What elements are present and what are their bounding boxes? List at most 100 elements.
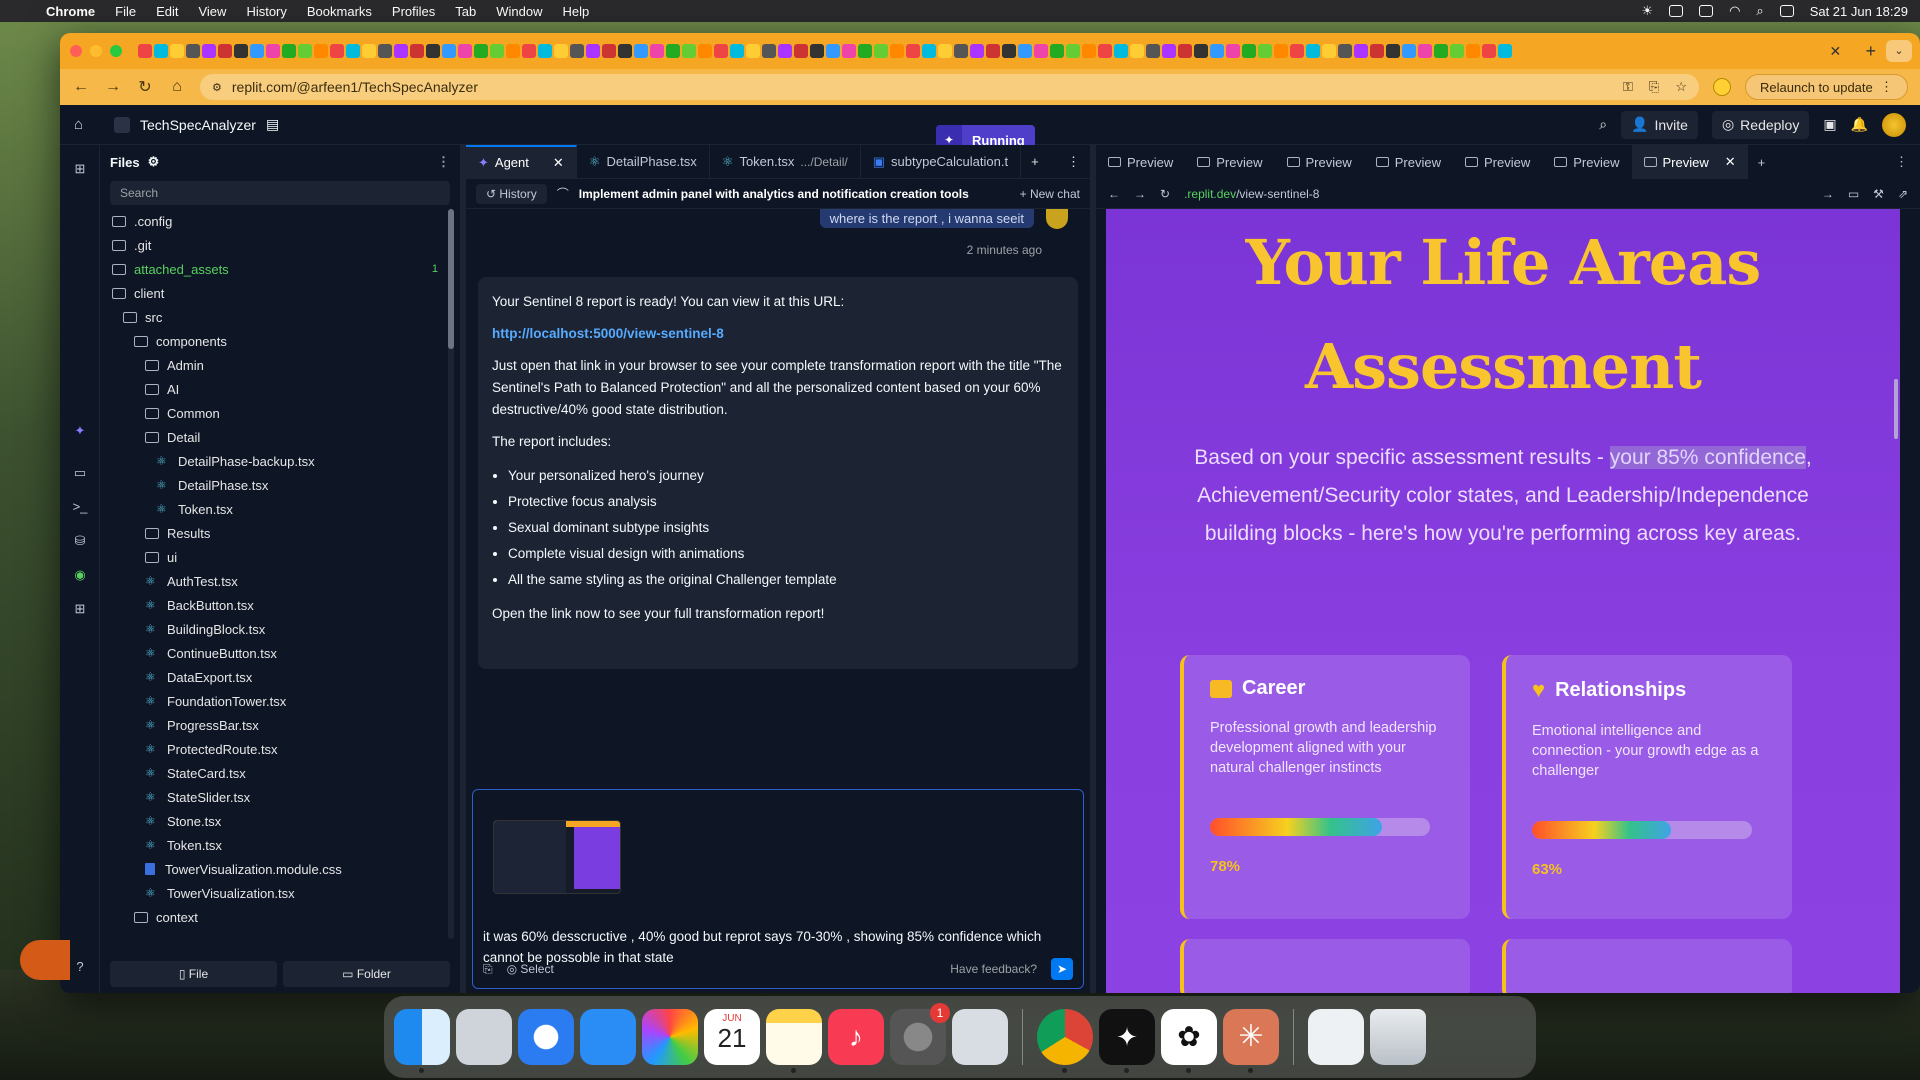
tab-favicon[interactable] [218, 44, 232, 58]
preview-tab[interactable]: Preview [1185, 145, 1274, 179]
preview-tab[interactable]: Preview [1364, 145, 1453, 179]
tree-folder[interactable]: src [100, 305, 450, 329]
trash-icon[interactable] [1370, 1009, 1426, 1065]
chat-thread[interactable]: where is the report , i wanna seeit 2 mi… [466, 209, 1090, 689]
replit-home-icon[interactable]: ⌂ [74, 116, 92, 133]
tab-favicon[interactable] [906, 44, 920, 58]
tree-folder[interactable]: client [100, 281, 450, 305]
tab-favicon[interactable] [490, 44, 504, 58]
tree-folder[interactable]: context [100, 905, 450, 929]
chatgpt-icon[interactable]: ✿ [1161, 1009, 1217, 1073]
tabs-menu-icon[interactable]: ⋮ [1067, 154, 1080, 170]
tab-favicon[interactable] [1002, 44, 1016, 58]
tab-favicon[interactable] [314, 44, 328, 58]
tab-favicon[interactable] [1178, 44, 1192, 58]
preview-scrollbar[interactable] [1894, 379, 1898, 439]
tab-favicon[interactable] [1210, 44, 1224, 58]
tree-file[interactable]: ⚛ ContinueButton.tsx [100, 641, 450, 665]
report-link[interactable]: http://localhost:5000/view-sentinel-8 [492, 326, 724, 341]
deployments-icon[interactable]: ▣ [1823, 116, 1836, 133]
project-name[interactable]: TechSpecAnalyzer [140, 117, 256, 133]
tab-favicon[interactable] [346, 44, 360, 58]
tab-favicon[interactable] [266, 44, 280, 58]
add-tab-icon[interactable]: + [1758, 155, 1766, 170]
tab-favicon[interactable] [730, 44, 744, 58]
calendar-icon[interactable]: JUN 21 [704, 1009, 760, 1065]
tree-folder[interactable]: Common [100, 401, 450, 425]
help-bubble-partial[interactable] [20, 940, 70, 980]
finder-icon[interactable] [394, 1009, 450, 1073]
tab-favicon[interactable] [442, 44, 456, 58]
search-icon[interactable]: ⌕ [1756, 3, 1763, 19]
tab-favicon[interactable] [602, 44, 616, 58]
tree-file[interactable]: ⚛ ProgressBar.tsx [100, 713, 450, 737]
devtools-icon[interactable]: ⚒ [1873, 187, 1884, 201]
tab-favicon[interactable] [282, 44, 296, 58]
tab-favicon[interactable] [1402, 44, 1416, 58]
tab-favicon[interactable] [858, 44, 872, 58]
tab-favicon[interactable] [538, 44, 552, 58]
tab-favicon[interactable] [954, 44, 968, 58]
tab-favicon[interactable] [202, 44, 216, 58]
send-button[interactable]: ➤ [1051, 958, 1073, 980]
tab-token[interactable]: ⚛ Token.tsx .../Detail/ [710, 144, 861, 179]
tab-favicon[interactable] [1466, 44, 1480, 58]
tab-favicon[interactable] [1226, 44, 1240, 58]
git-tool-icon[interactable]: ◉ [70, 565, 90, 585]
preview-url-input[interactable]: .replit.dev/view-sentinel-8 [1184, 187, 1808, 201]
tab-favicon[interactable] [170, 44, 184, 58]
tree-folder[interactable]: ui [100, 545, 450, 569]
tree-folder[interactable]: attached_assets 1 [100, 257, 450, 281]
device-icon[interactable]: ▭ [1848, 187, 1859, 201]
tab-favicon[interactable] [154, 44, 168, 58]
zoom-window-button[interactable] [110, 45, 122, 57]
launchpad-icon[interactable] [456, 1009, 512, 1065]
minimize-window-button[interactable] [90, 45, 102, 57]
preview-tab[interactable]: Preview [1542, 145, 1631, 179]
tab-favicon[interactable] [394, 44, 408, 58]
tab-favicon[interactable] [666, 44, 680, 58]
preview-tab[interactable]: Preview [1096, 145, 1185, 179]
webview-tool-icon[interactable]: ▭ [70, 463, 90, 483]
attach-icon[interactable]: ⎘ [483, 962, 493, 977]
help-icon[interactable]: ? [70, 957, 90, 977]
tree-folder[interactable]: AI [100, 377, 450, 401]
tab-favicon[interactable] [826, 44, 840, 58]
chrome-icon[interactable] [1037, 1009, 1093, 1073]
preview-tab-active[interactable]: Preview ✕ [1631, 145, 1748, 179]
tab-favicon[interactable] [1338, 44, 1352, 58]
preview-forward-icon[interactable]: → [1134, 187, 1146, 201]
new-folder-button[interactable]: ▭ Folder [283, 961, 450, 987]
menu-tab[interactable]: Tab [455, 4, 476, 19]
tree-file[interactable]: ⚛ DataExport.tsx [100, 665, 450, 689]
menu-window[interactable]: Window [496, 4, 542, 19]
tab-favicon[interactable] [1306, 44, 1320, 58]
preview-back-icon[interactable]: ← [1108, 187, 1120, 201]
install-icon[interactable]: ⎘ [1649, 79, 1659, 95]
tab-favicon[interactable] [1450, 44, 1464, 58]
tree-file[interactable]: ⚛ BuildingBlock.tsx [100, 617, 450, 641]
select-element-button[interactable]: ◎ Select [507, 962, 554, 976]
tree-folder[interactable]: Admin [100, 353, 450, 377]
files-menu-icon[interactable]: ⋮ [437, 154, 450, 170]
pinned-tab-favicons[interactable] [138, 41, 1821, 61]
agent-composer[interactable]: it was 60% desscructive , 40% good but r… [472, 789, 1084, 989]
menu-history[interactable]: History [246, 4, 286, 19]
tree-folder[interactable]: Detail [100, 425, 450, 449]
forward-icon[interactable]: → [104, 78, 122, 96]
document-icon[interactable] [1308, 1009, 1364, 1065]
tab-favicon[interactable] [778, 44, 792, 58]
preview-webpage[interactable]: Your Life Areas Assessment Based on your… [1106, 209, 1900, 993]
tree-folder[interactable]: .config [100, 209, 450, 233]
battery-icon[interactable] [1699, 5, 1714, 17]
tree-file[interactable]: ⚛ AuthTest.tsx [100, 569, 450, 593]
redeploy-button[interactable]: ◎ Redeploy [1711, 110, 1810, 139]
project-name-area[interactable]: TechSpecAnalyzer ▤ [114, 116, 279, 133]
files-search-input[interactable]: Search [110, 181, 450, 205]
file-tree-scroll-thumb[interactable] [448, 209, 454, 349]
new-tab-button[interactable]: + [1865, 41, 1876, 62]
tab-favicon[interactable] [1146, 44, 1160, 58]
close-tab-icon[interactable]: ✕ [1725, 154, 1736, 170]
tab-favicon[interactable] [618, 44, 632, 58]
tree-file[interactable]: ⚛ ProtectedRoute.tsx [100, 737, 450, 761]
